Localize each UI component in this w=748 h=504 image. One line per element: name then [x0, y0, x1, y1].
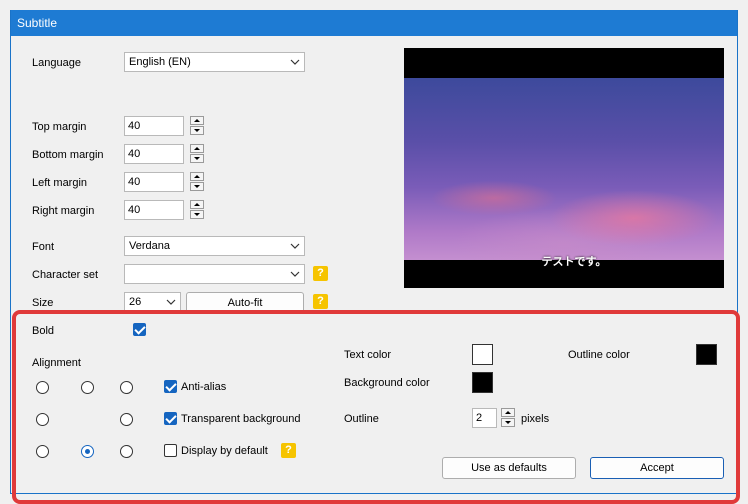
chevron-down-icon: [290, 271, 300, 277]
spin-down-icon[interactable]: [190, 210, 204, 219]
language-select[interactable]: English (EN): [124, 52, 305, 72]
outline-color-label: Outline color: [568, 349, 630, 361]
accept-button[interactable]: Accept: [590, 457, 724, 479]
font-label: Font: [32, 241, 55, 253]
size-label: Size: [32, 297, 54, 309]
align-middle-right-radio[interactable]: [120, 413, 133, 426]
text-color-swatch[interactable]: [472, 344, 493, 365]
outline-input[interactable]: 2: [472, 408, 497, 428]
text-color-label: Text color: [344, 349, 392, 361]
subtitle-dialog: Subtitle Language English (EN) Top margi…: [10, 10, 740, 504]
background-color-label: Background color: [344, 377, 430, 389]
display-by-default-label: Display by default: [181, 445, 268, 457]
font-select[interactable]: Verdana: [124, 236, 305, 256]
align-bottom-left-radio[interactable]: [36, 445, 49, 458]
size-select[interactable]: 26: [124, 292, 181, 312]
left-margin-input[interactable]: 40: [124, 172, 184, 192]
bottom-margin-spinner[interactable]: [190, 144, 204, 164]
spin-down-icon[interactable]: [501, 418, 515, 427]
anti-alias-label: Anti-alias: [181, 381, 227, 393]
right-margin-spinner[interactable]: [190, 200, 204, 220]
outline-label: Outline: [344, 413, 379, 425]
preview-subtitle-text: テストです。: [541, 256, 607, 268]
charset-label: Character set: [32, 269, 99, 281]
spin-up-icon[interactable]: [501, 408, 515, 417]
spin-up-icon[interactable]: [190, 172, 204, 181]
spin-down-icon[interactable]: [190, 126, 204, 135]
spin-down-icon[interactable]: [190, 182, 204, 191]
size-help-icon[interactable]: ?: [313, 294, 328, 309]
bottom-margin-label: Bottom margin: [32, 149, 104, 161]
chevron-down-icon: [290, 59, 300, 65]
transparent-background-label: Transparent background: [181, 413, 301, 425]
outline-color-swatch[interactable]: [696, 344, 717, 365]
align-bottom-right-radio[interactable]: [120, 445, 133, 458]
bold-label: Bold: [32, 325, 55, 337]
preview-image: [404, 78, 724, 260]
outline-unit-label: pixels: [521, 413, 550, 425]
subtitle-preview: テストです。: [404, 48, 724, 288]
spin-up-icon[interactable]: [190, 200, 204, 209]
anti-alias-checkbox[interactable]: [164, 380, 177, 393]
background-color-swatch[interactable]: [472, 372, 493, 393]
spin-down-icon[interactable]: [190, 154, 204, 163]
window-title: Subtitle: [17, 16, 58, 30]
align-top-left-radio[interactable]: [36, 381, 49, 394]
align-bottom-center-radio[interactable]: [81, 445, 94, 458]
bold-checkbox[interactable]: [133, 323, 146, 336]
align-top-right-radio[interactable]: [120, 381, 133, 394]
spin-up-icon[interactable]: [190, 116, 204, 125]
font-value: Verdana: [129, 240, 170, 252]
top-margin-input[interactable]: 40: [124, 116, 184, 136]
chevron-down-icon: [290, 243, 300, 249]
language-value: English (EN): [129, 56, 191, 68]
right-margin-label: Right margin: [32, 205, 95, 217]
align-middle-left-radio[interactable]: [36, 413, 49, 426]
bottom-margin-input[interactable]: 40: [124, 144, 184, 164]
charset-select[interactable]: [124, 264, 305, 284]
outline-spinner[interactable]: [501, 408, 515, 428]
alignment-label: Alignment: [32, 357, 81, 369]
use-as-defaults-button[interactable]: Use as defaults: [442, 457, 576, 479]
right-margin-input[interactable]: 40: [124, 200, 184, 220]
language-label: Language: [32, 57, 81, 69]
top-margin-spinner[interactable]: [190, 116, 204, 136]
display-default-help-icon[interactable]: ?: [281, 443, 296, 458]
title-bar: Subtitle: [11, 10, 737, 36]
size-value: 26: [129, 296, 142, 308]
align-top-center-radio[interactable]: [81, 381, 94, 394]
spin-up-icon[interactable]: [190, 144, 204, 153]
left-margin-spinner[interactable]: [190, 172, 204, 192]
display-by-default-checkbox[interactable]: [164, 444, 177, 457]
charset-help-icon[interactable]: ?: [313, 266, 328, 281]
left-margin-label: Left margin: [32, 177, 88, 189]
transparent-background-checkbox[interactable]: [164, 412, 177, 425]
top-margin-label: Top margin: [32, 121, 87, 133]
chevron-down-icon: [166, 299, 176, 305]
